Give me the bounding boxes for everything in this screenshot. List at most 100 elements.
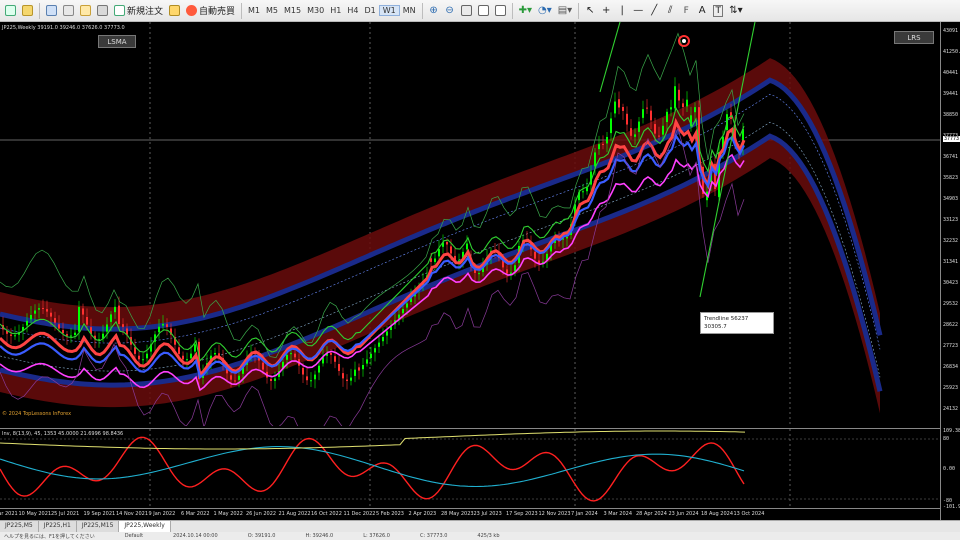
timeframe-m1[interactable]: M1 bbox=[245, 6, 263, 15]
text-label-tool[interactable]: T bbox=[711, 3, 725, 19]
periods-icon: ◔▾ bbox=[537, 5, 552, 16]
candle-body bbox=[302, 367, 304, 375]
meta-editor-icon bbox=[169, 5, 181, 16]
lrs-button[interactable]: LRS bbox=[894, 31, 934, 44]
candle-body bbox=[186, 359, 188, 361]
price-label: 38850 bbox=[943, 112, 959, 118]
auto-trading-label: 自動売買 bbox=[199, 7, 236, 17]
tab-jp225-m5[interactable]: JP225,M5 bbox=[0, 521, 39, 532]
time-label: 22 Mar 2021 bbox=[0, 511, 18, 517]
candle-body bbox=[82, 308, 84, 315]
timeframe-m15[interactable]: M15 bbox=[281, 6, 304, 15]
status-speed: 425/3 kb bbox=[477, 533, 500, 539]
candle-body bbox=[678, 89, 680, 101]
price-chart-canvas bbox=[0, 22, 940, 426]
candle-body bbox=[166, 324, 168, 327]
tab-jp225-h1[interactable]: JP225,H1 bbox=[38, 521, 77, 532]
text-tool[interactable]: A bbox=[695, 3, 709, 19]
candle-body bbox=[86, 317, 88, 325]
new-chart-icon bbox=[5, 5, 16, 16]
candle-body bbox=[110, 314, 112, 322]
indicators-button[interactable]: ✚▾ bbox=[517, 3, 534, 19]
trendline-tooltip: Trendline 56237 30305.7 bbox=[700, 312, 774, 334]
timeframe-d1[interactable]: D1 bbox=[361, 6, 378, 15]
arrows-tool[interactable]: ⇅▾ bbox=[727, 3, 744, 19]
timeframe-m5[interactable]: M5 bbox=[263, 6, 281, 15]
terminal-button[interactable] bbox=[95, 3, 110, 19]
terminal-icon bbox=[97, 5, 108, 16]
trendline bbox=[599, 22, 621, 93]
time-label: 10 May 2021 bbox=[18, 511, 52, 517]
candle-body bbox=[106, 324, 108, 332]
templates-button[interactable]: ▤▾ bbox=[556, 3, 574, 19]
vertical-line-tool[interactable]: | bbox=[615, 3, 629, 19]
trendline-name: Trendline 56237 bbox=[704, 316, 749, 322]
price-label: 27723 bbox=[943, 343, 959, 349]
horizontal-line-tool[interactable]: — bbox=[631, 3, 645, 19]
auto-trading-button[interactable]: 自動売買 bbox=[184, 3, 237, 19]
candle-body bbox=[654, 124, 656, 134]
candle-body bbox=[78, 306, 80, 332]
main-price-chart[interactable]: JP225,Weekly 39191.0 39246.0 37626.0 377… bbox=[0, 22, 940, 426]
candle-body bbox=[310, 380, 312, 382]
periods-button[interactable]: ◔▾ bbox=[536, 3, 554, 19]
text-icon: A bbox=[698, 5, 706, 16]
chart-window[interactable]: JP225,Weekly 39191.0 39246.0 37626.0 377… bbox=[0, 22, 960, 520]
candle-body bbox=[566, 236, 568, 239]
candle-body bbox=[642, 109, 644, 118]
candle-body bbox=[614, 101, 616, 114]
candle-body bbox=[234, 380, 236, 382]
price-label: 31341 bbox=[943, 259, 959, 265]
candle-body bbox=[362, 365, 364, 370]
timeframe-mn[interactable]: MN bbox=[400, 6, 419, 15]
fibonacci-tool[interactable]: F bbox=[679, 3, 693, 19]
tab-jp225-m15[interactable]: JP225,M15 bbox=[76, 521, 120, 532]
timeframe-h4[interactable]: H4 bbox=[344, 6, 361, 15]
chart-info: JP225,Weekly 39191.0 39246.0 37626.0 377… bbox=[2, 25, 125, 31]
chart-shift-button[interactable] bbox=[476, 3, 491, 19]
lsma-button[interactable]: LSMA bbox=[98, 35, 136, 48]
meta-editor-button[interactable] bbox=[167, 3, 182, 19]
timeframe-m30[interactable]: M30 bbox=[304, 6, 327, 15]
price-label: 36741 bbox=[943, 154, 959, 160]
trendline-tool[interactable]: ╱ bbox=[647, 3, 661, 19]
chart-shift-icon bbox=[477, 5, 489, 16]
candle-body bbox=[190, 353, 192, 359]
new-order-button[interactable]: 新規注文 bbox=[112, 3, 165, 19]
status-datetime: 2024.10.14 00:00 bbox=[173, 533, 218, 539]
timeframe-h1[interactable]: H1 bbox=[327, 6, 344, 15]
data-window-button[interactable] bbox=[61, 3, 76, 19]
time-label: 19 Sep 2021 bbox=[83, 511, 116, 517]
candle-body bbox=[682, 103, 684, 107]
profiles-button[interactable] bbox=[20, 3, 35, 19]
market-watch-button[interactable] bbox=[44, 3, 59, 19]
tab-jp225-weekly[interactable]: JP225,Weekly bbox=[119, 521, 171, 532]
time-label: 28 May 2023 bbox=[441, 511, 474, 517]
candle-body bbox=[290, 353, 292, 355]
tile-windows-icon bbox=[460, 5, 472, 16]
candle-body bbox=[274, 378, 276, 381]
channel-tool[interactable]: ⫽ bbox=[663, 3, 677, 19]
copyright-text: © 2024 TopLessons InForex bbox=[2, 411, 72, 417]
candle-body bbox=[606, 136, 608, 144]
cursor-tool[interactable]: ↖ bbox=[583, 3, 597, 19]
zoom-in-button[interactable]: ⊕ bbox=[427, 3, 441, 19]
autoscroll-button[interactable] bbox=[493, 3, 508, 19]
oscillator-scale-label: 80 bbox=[943, 436, 950, 442]
channel-icon: ⫽ bbox=[667, 5, 673, 16]
price-label: 39441 bbox=[943, 91, 959, 97]
new-chart-button[interactable] bbox=[3, 3, 18, 19]
price-label: 33123 bbox=[943, 217, 959, 223]
tile-windows-button[interactable] bbox=[459, 3, 474, 19]
price-scale[interactable]: 4309141250.00404413944138850377733674135… bbox=[940, 22, 960, 520]
candle-body bbox=[38, 308, 40, 310]
candle-body bbox=[342, 373, 344, 379]
zoom-out-button[interactable]: ⊖ bbox=[443, 3, 457, 19]
timeframe-w1[interactable]: W1 bbox=[378, 5, 400, 16]
oscillator-subwindow[interactable]: Inv, 8(13,9), 45, 1353 45.0000 21.6996 9… bbox=[0, 428, 940, 509]
crosshair-tool[interactable]: + bbox=[599, 3, 613, 19]
candle-body bbox=[602, 143, 604, 145]
candle-body bbox=[338, 364, 340, 371]
candle-body bbox=[58, 324, 60, 329]
navigator-button[interactable] bbox=[78, 3, 93, 19]
